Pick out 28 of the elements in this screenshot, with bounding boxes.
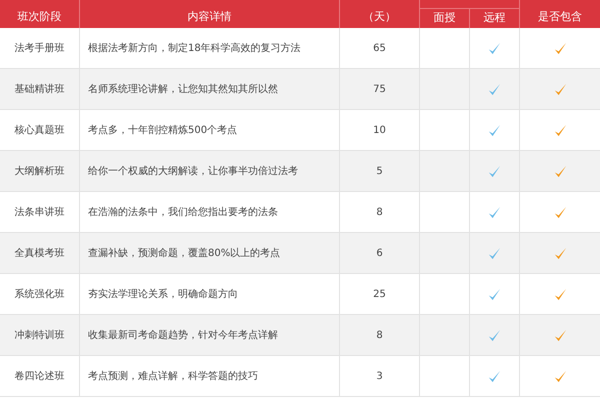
- table-cell: 5: [340, 151, 420, 191]
- table-cell: 10: [340, 110, 420, 150]
- table-cell: 名师系统理论讲解，让您知其然知其所以然: [80, 69, 340, 109]
- column-header: 是否包含: [537, 9, 583, 25]
- table-cell: 卷四论述班: [0, 356, 80, 396]
- table-cell: 25: [340, 274, 420, 314]
- table-cell: 冲刺特训班: [0, 315, 80, 355]
- table-cell: 考点预测，难点详解，科学答题的技巧: [80, 356, 340, 396]
- table-cell: 法条串讲班: [0, 192, 80, 232]
- table-cell: 收集最新司考命题趋势，针对今年考点详解: [80, 315, 340, 355]
- table-cell: 8: [340, 315, 420, 355]
- table-cell: 核心真题班: [0, 110, 80, 150]
- table-cell: 考点多，十年剖控精炼500个考点: [80, 110, 340, 150]
- table-cell: 3: [340, 356, 420, 396]
- table-cell: 基础精讲班: [0, 69, 80, 109]
- table-cell: 在浩瀚的法条中，我们给您指出要考的法条: [80, 192, 340, 232]
- table-cell: 全真模考班: [0, 233, 80, 273]
- table-cell: 给你一个权威的大纲解读，让你事半功倍过法考: [80, 151, 340, 191]
- table-cell: 8: [340, 192, 420, 232]
- table-cell: 系统强化班: [0, 274, 80, 314]
- table-cell: 大纲解析班: [0, 151, 80, 191]
- table-cell: 夯实法学理论关系，明确命题方向: [80, 274, 340, 314]
- table-cell: 75: [340, 69, 420, 109]
- table-cell: 6: [340, 233, 420, 273]
- table-cell: 法考手册班: [0, 28, 80, 68]
- table-cell: 65: [340, 28, 420, 68]
- table-cell: 查漏补缺，预测命题，覆盖80%以上的考点: [80, 233, 340, 273]
- table-cell: 根据法考新方向，制定18年科学高效的复习方法: [80, 28, 340, 68]
